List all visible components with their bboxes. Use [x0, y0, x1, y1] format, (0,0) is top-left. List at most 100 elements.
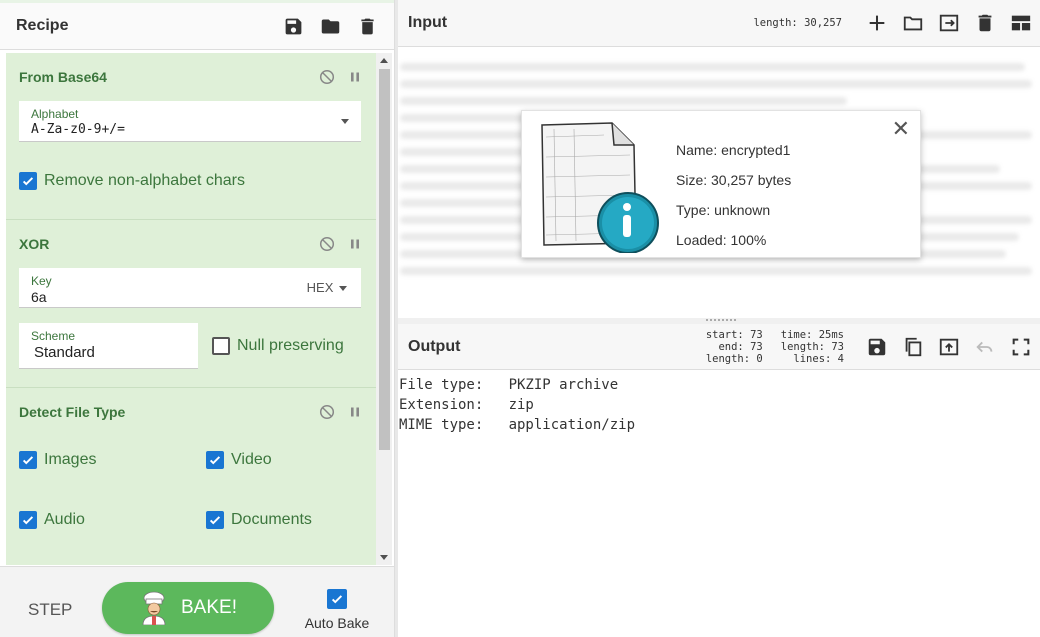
file-name-value: encrypted1 — [721, 142, 791, 158]
scheme-value: Standard — [34, 344, 95, 361]
op-xor[interactable]: XOR Key 6a HEX Scheme Standard Null pres… — [6, 220, 376, 388]
file-loaded-row: Loaded: 100% — [676, 225, 791, 255]
output-length-value: 73 — [831, 340, 844, 353]
file-details-popup: Name: encrypted1 Size: 30,257 bytes Type… — [521, 110, 921, 258]
key-format-label: HEX — [306, 280, 334, 295]
undo-icon[interactable] — [974, 336, 996, 358]
disable-op-icon[interactable] — [319, 404, 335, 420]
open-folder-icon[interactable] — [902, 12, 924, 34]
input-title: Input — [408, 14, 448, 31]
checkbox-checked-icon — [19, 511, 37, 529]
file-size-row: Size: 30,257 bytes — [676, 165, 791, 195]
key-format-dropdown[interactable]: HEX — [307, 280, 347, 295]
op-detect-file-type[interactable]: Detect File Type Images Video Audio Docu… — [6, 388, 376, 565]
bake-time-value: 25ms — [818, 328, 844, 341]
remove-non-alphabet-checkbox[interactable]: Remove non-alphabet chars — [19, 172, 363, 190]
input-header: Input length: 30,257 — [398, 0, 1040, 47]
chef-icon — [142, 591, 166, 625]
checkbox-checked-icon — [206, 511, 224, 529]
sel-end-label: end: — [718, 340, 744, 353]
clear-recipe-trash-icon[interactable] — [357, 16, 378, 37]
xor-scheme-select[interactable]: Scheme Standard — [19, 323, 198, 369]
replace-input-with-output-icon[interactable] — [938, 336, 960, 358]
alphabet-label: Alphabet — [31, 107, 79, 121]
breakpoint-pause-icon[interactable] — [347, 69, 363, 85]
output-stats: start: 73 end: 73 length: 0 time: 25ms l… — [706, 329, 844, 365]
input-panel: Input length: 30,257 Name: encrypted1 Si… — [398, 0, 1040, 320]
recipe-panel: Recipe From Base64 Alphabet A-Za-z0-9+/=… — [0, 0, 394, 637]
clear-input-trash-icon[interactable] — [974, 12, 996, 34]
checkbox-checked-icon — [19, 172, 37, 190]
output-panel: Output start: 73 end: 73 length: 0 time:… — [398, 324, 1040, 637]
output-text[interactable]: File type: PKZIP archive Extension: zip … — [398, 370, 1040, 440]
scrollbar-thumb[interactable] — [379, 69, 390, 450]
copy-output-icon[interactable] — [902, 336, 924, 358]
chevron-down-icon — [341, 119, 349, 124]
audio-checkbox[interactable]: Audio — [19, 511, 206, 529]
chevron-down-icon — [339, 286, 347, 292]
output-header: Output start: 73 end: 73 length: 0 time:… — [398, 324, 1040, 370]
null-preserving-checkbox[interactable]: Null preserving — [212, 337, 344, 355]
images-checkbox[interactable]: Images — [19, 451, 206, 469]
xor-key-input[interactable]: Key 6a HEX — [19, 268, 361, 308]
scroll-up-icon[interactable] — [380, 58, 388, 63]
auto-bake-label: Auto Bake — [304, 615, 370, 631]
checkbox-checked-icon — [327, 589, 347, 609]
audio-label: Audio — [44, 511, 85, 528]
file-loaded-label: Loaded: — [676, 232, 727, 248]
input-length-label: length: — [753, 17, 798, 29]
alphabet-select[interactable]: Alphabet A-Za-z0-9+/= — [19, 101, 361, 142]
documents-checkbox[interactable]: Documents — [206, 511, 356, 529]
output-lines-label: lines: — [793, 352, 832, 365]
file-loaded-value: 100% — [730, 232, 767, 248]
bake-controls: STEP BAKE! Auto Bake — [0, 566, 394, 637]
video-checkbox[interactable]: Video — [206, 451, 356, 469]
op-title-xor: XOR — [19, 236, 50, 252]
file-name-row: Name: encrypted1 — [676, 135, 791, 165]
recipe-title: Recipe — [16, 17, 69, 34]
save-recipe-icon[interactable] — [283, 16, 304, 37]
bake-button[interactable]: BAKE! — [102, 582, 274, 634]
open-file-input-icon[interactable] — [938, 12, 960, 34]
checkbox-unchecked-icon — [212, 337, 230, 355]
file-name-label: Name: — [676, 142, 718, 158]
sel-length-label: length: — [705, 352, 751, 365]
auto-bake-checkbox[interactable]: Auto Bake — [304, 589, 370, 631]
breakpoint-pause-icon[interactable] — [347, 404, 363, 420]
remove-non-alphabet-label: Remove non-alphabet chars — [44, 172, 246, 189]
key-label: Key — [31, 274, 52, 288]
save-output-icon[interactable] — [866, 336, 888, 358]
disable-op-icon[interactable] — [319, 69, 335, 85]
load-recipe-folder-icon[interactable] — [320, 16, 341, 37]
op-from-base64[interactable]: From Base64 Alphabet A-Za-z0-9+/= Remove… — [6, 53, 376, 220]
maximize-output-icon[interactable] — [1010, 336, 1032, 358]
breakpoint-pause-icon[interactable] — [347, 236, 363, 252]
file-size-value: 30,257 bytes — [711, 172, 792, 188]
file-type-row: Type: unknown — [676, 195, 791, 225]
sel-length-value: 0 — [756, 352, 763, 365]
output-lines-value: 4 — [837, 352, 844, 365]
output-title: Output — [408, 337, 461, 355]
sel-start-label: start: — [705, 328, 744, 341]
disable-op-icon[interactable] — [319, 236, 335, 252]
recipe-scrollbar[interactable] — [376, 53, 392, 565]
bake-label: BAKE! — [181, 597, 237, 618]
step-button[interactable]: STEP — [28, 600, 72, 620]
file-type-label: Type: — [676, 202, 711, 218]
op-title-detect-file-type: Detect File Type — [19, 404, 126, 420]
scroll-down-icon[interactable] — [380, 555, 388, 560]
close-icon[interactable]: ✕ — [892, 118, 910, 140]
recipe-operations-list: From Base64 Alphabet A-Za-z0-9+/= Remove… — [6, 53, 376, 565]
reset-layout-icon[interactable] — [1010, 12, 1032, 34]
file-type-value: unknown — [714, 202, 771, 218]
key-value: 6a — [31, 289, 47, 305]
scheme-label: Scheme — [31, 329, 76, 343]
images-label: Images — [44, 451, 97, 468]
splitter-grip-icon[interactable] — [706, 319, 736, 322]
null-preserving-label: Null preserving — [237, 337, 344, 354]
checkbox-checked-icon — [19, 451, 37, 469]
file-size-label: Size: — [676, 172, 708, 188]
input-length: length: 30,257 — [753, 17, 842, 29]
video-label: Video — [231, 451, 272, 468]
add-tab-plus-icon[interactable] — [866, 12, 888, 34]
